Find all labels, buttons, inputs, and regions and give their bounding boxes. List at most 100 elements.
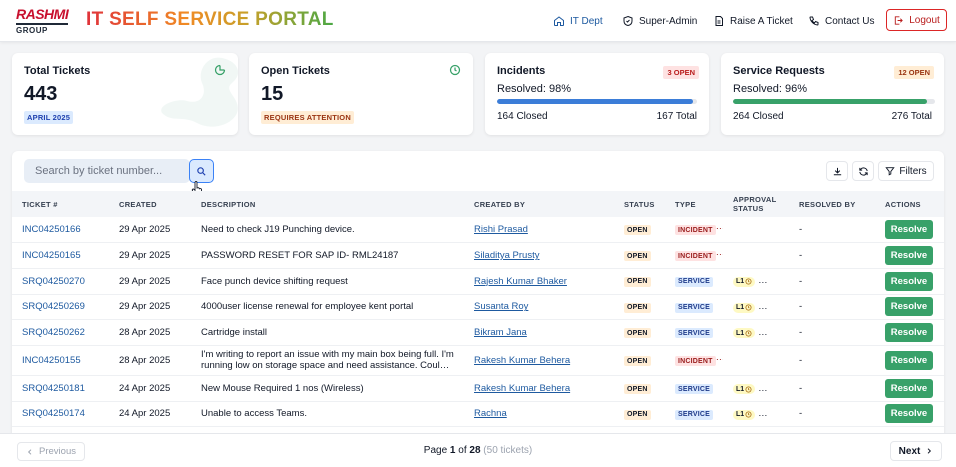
search-input[interactable]: Search by ticket number... <box>24 159 190 183</box>
table-row[interactable]: SRQ04250262 28 Apr 2025 Cartridge install B… <box>12 319 944 346</box>
table-row[interactable]: SRQ04250174 24 Apr 2025 Unable to access T… <box>12 401 944 428</box>
incidents-closed: 164 Closed <box>497 111 548 122</box>
next-label: Next <box>898 445 921 457</box>
nav-raise-ticket[interactable]: Raise A Ticket <box>713 0 793 42</box>
status-badge: OPEN <box>624 328 651 339</box>
column-header[interactable]: TYPE <box>665 191 723 217</box>
resolve-button[interactable]: Resolve <box>885 297 933 317</box>
column-header[interactable]: APPROVAL STATUS <box>723 191 789 217</box>
column-header[interactable]: RESOLVED BY <box>789 191 875 217</box>
refresh-button[interactable] <box>852 161 874 181</box>
created-by-link[interactable]: Rakesh Kumar Behera <box>464 345 614 376</box>
created-by-link[interactable]: Rachna <box>464 401 614 428</box>
status-cell: OPEN <box>614 401 665 428</box>
search-placeholder: Search by ticket number... <box>35 165 163 177</box>
status-badge: OPEN <box>624 302 651 313</box>
ticket-number-link[interactable]: SRQ04250181 <box>12 375 109 402</box>
ticket-number-link[interactable]: SRQ04250269 <box>12 294 109 321</box>
clock-icon <box>449 64 461 76</box>
description-text: Need to check J19 Punching device. <box>191 217 464 244</box>
ticket-number-link[interactable]: SRQ04250262 <box>12 319 109 346</box>
ticket-number-link[interactable]: SRQ04250174 <box>12 401 109 428</box>
table-row[interactable]: SRQ04250269 29 Apr 2025 4000user license r… <box>12 294 944 321</box>
table-row[interactable]: SRQ04250270 29 Apr 2025 Face punch device … <box>12 268 944 295</box>
resolve-button[interactable]: Resolve <box>885 271 933 291</box>
status-badge: OPEN <box>624 409 651 420</box>
column-header[interactable]: CREATED <box>109 191 191 217</box>
ticket-number-link[interactable]: INC04250166 <box>12 217 109 244</box>
next-page-button[interactable]: Next <box>890 441 942 461</box>
approval-level-badge: L1 <box>733 384 756 395</box>
resolve-button[interactable]: Resolve <box>885 323 933 343</box>
ticket-count: (50 tickets) <box>483 445 533 456</box>
phone-icon <box>809 16 819 26</box>
created-by-link[interactable]: Rishi Prasad <box>464 217 614 244</box>
created-by-link[interactable]: Rajesh Kumar Bhaker <box>464 268 614 295</box>
nav-label: IT Dept <box>570 15 603 27</box>
nav-contact-us[interactable]: Contact Us <box>808 0 874 42</box>
company-logo[interactable]: RASHMI GROUP <box>16 7 72 35</box>
actions-cell: Resolve <box>875 375 944 402</box>
clock-icon <box>745 278 752 285</box>
nav-super-admin[interactable]: Super-Admin <box>622 0 697 42</box>
column-header[interactable]: CREATED BY <box>464 191 614 217</box>
clock-icon <box>745 411 752 418</box>
resolve-button[interactable]: Resolve <box>885 404 933 424</box>
type-cell: SERVICE <box>665 375 723 402</box>
table-row[interactable]: SRQ04250181 24 Apr 2025 New Mouse Required… <box>12 375 944 402</box>
search-button[interactable] <box>189 159 214 183</box>
type-cell: SERVICE <box>665 294 723 321</box>
status-badge: OPEN <box>624 356 651 367</box>
resolved-by: - <box>789 242 875 269</box>
table-row[interactable]: INC04250155 28 Apr 2025 I'm writing to rep… <box>12 345 944 376</box>
type-badge: INCIDENT <box>675 356 716 367</box>
table-row[interactable]: INC04250165 29 Apr 2025 PASSWORD RESET FOR… <box>12 242 944 269</box>
incidents-open-badge: 3 OPEN <box>663 66 699 79</box>
approval-status-cell: L1L2 <box>723 268 789 295</box>
status-badge: OPEN <box>624 276 651 287</box>
nav-it-dept[interactable]: IT Dept <box>553 0 603 42</box>
resolve-button[interactable]: Resolve <box>885 246 933 266</box>
nav-label: Raise A Ticket <box>730 15 793 27</box>
approval-status-cell: L1L2 <box>723 375 789 402</box>
created-by-link[interactable]: Bikram Jana <box>464 319 614 346</box>
filters-button[interactable]: Filters <box>878 161 934 181</box>
status-cell: OPEN <box>614 345 665 376</box>
created-by-link[interactable]: Susanta Roy <box>464 294 614 321</box>
created-by-link[interactable]: Siladitya Prusty <box>464 242 614 269</box>
portal-title: IT SELF SERVICE PORTAL <box>86 9 334 30</box>
service-open-badge: 12 OPEN <box>894 66 934 79</box>
download-button[interactable] <box>826 161 848 181</box>
attention-tag: REQUIRES ATTENTION <box>261 111 354 124</box>
tickets-panel: Search by ticket number... Filters TICKE… <box>12 151 944 467</box>
page-of: of <box>458 445 467 456</box>
column-header[interactable]: STATUS <box>614 191 665 217</box>
nav-label: Contact Us <box>825 15 875 27</box>
description-text: 4000user license renewal for employee ke… <box>191 294 464 321</box>
card-title: Open Tickets <box>261 65 330 77</box>
column-header[interactable]: DESCRIPTION <box>191 191 464 217</box>
table-row[interactable]: INC04250166 29 Apr 2025 Need to check J19 … <box>12 217 944 244</box>
created-date: 28 Apr 2025 <box>109 319 191 346</box>
created-date: 24 Apr 2025 <box>109 401 191 428</box>
actions-cell: Resolve <box>875 242 944 269</box>
status-cell: OPEN <box>614 242 665 269</box>
created-by-link[interactable]: Rakesh Kumar Behera <box>464 375 614 402</box>
ticket-number-link[interactable]: SRQ04250270 <box>12 268 109 295</box>
pagination-bar: Previous Page 1 of 28 (50 tickets) Next <box>0 433 956 467</box>
status-badge: OPEN <box>624 251 651 262</box>
incidents-progress-bar <box>497 99 697 104</box>
description-text: I'm writing to report an issue with my m… <box>201 348 454 372</box>
resolve-button[interactable]: Resolve <box>885 350 933 370</box>
resolve-button[interactable]: Resolve <box>885 220 933 240</box>
actions-cell: Resolve <box>875 319 944 346</box>
column-header[interactable]: TICKET # <box>12 191 109 217</box>
ticket-number-link[interactable]: INC04250165 <box>12 242 109 269</box>
incidents-progress-fill <box>497 99 693 104</box>
ticket-number-link[interactable]: INC04250155 <box>12 345 109 376</box>
clock-icon <box>745 304 752 311</box>
resolve-button[interactable]: Resolve <box>885 378 933 398</box>
description-text: Face punch device shifting request <box>191 268 464 295</box>
column-header[interactable]: ACTIONS <box>875 191 944 217</box>
logout-button[interactable]: Logout <box>886 9 947 31</box>
